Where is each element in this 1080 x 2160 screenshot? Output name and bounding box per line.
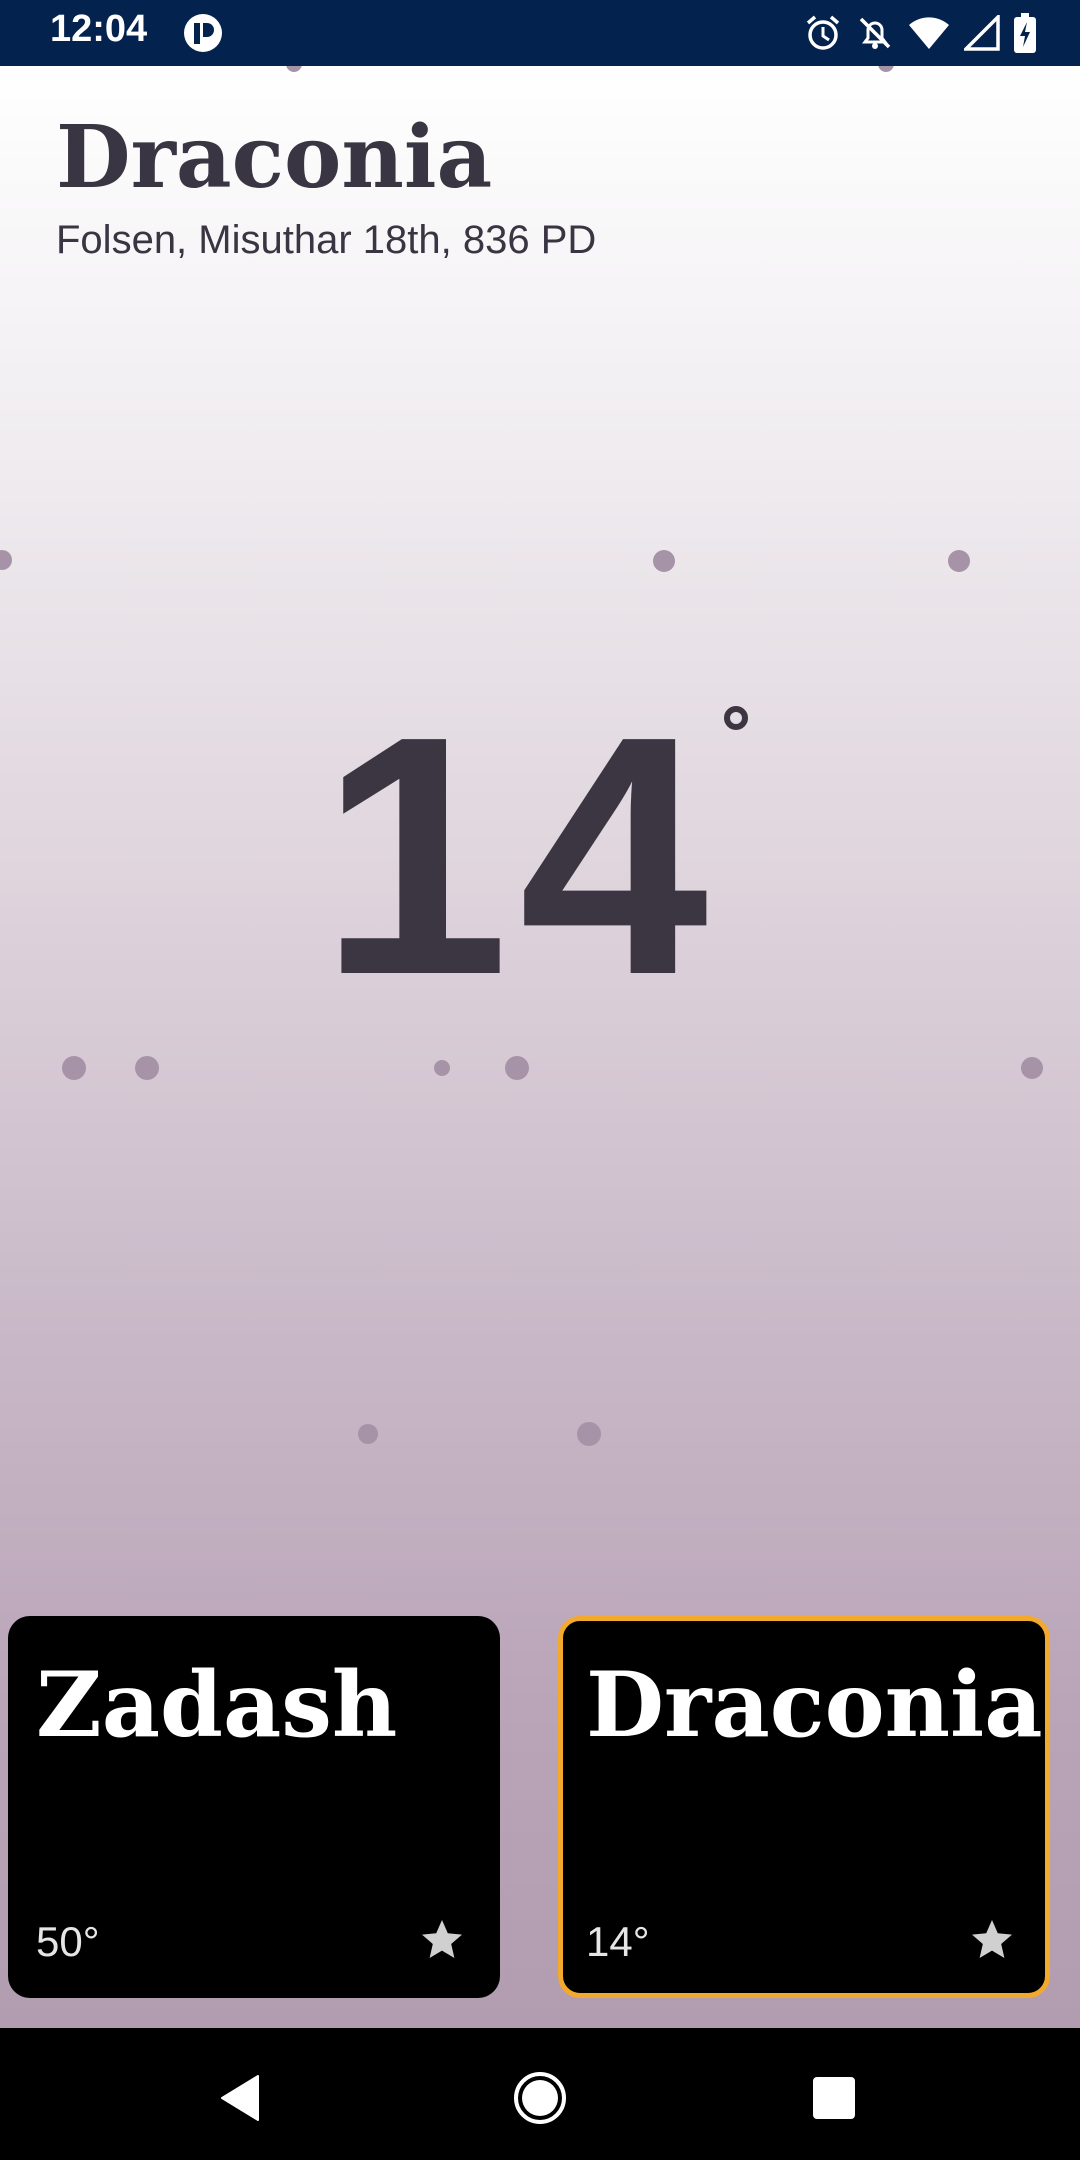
card-city-name: Zadash — [36, 1652, 398, 1758]
recents-icon[interactable] — [804, 2068, 864, 2128]
particle-dot — [1021, 1057, 1043, 1079]
status-bar: 12:04 — [0, 0, 1080, 66]
particle-dot — [948, 550, 970, 572]
city-card-zadash[interactable]: Zadash 50° — [8, 1616, 500, 1998]
current-temperature: 14 — [320, 666, 719, 1046]
city-title: Draconia — [56, 107, 493, 208]
back-icon[interactable] — [214, 2068, 274, 2128]
battery-charging-icon — [1014, 13, 1036, 53]
card-temperature: 14° — [586, 1918, 650, 1965]
city-card-draconia[interactable]: Draconia 14° — [558, 1616, 1050, 1998]
notifications-off-icon — [856, 14, 894, 52]
particle-dot — [878, 66, 894, 72]
home-icon[interactable] — [510, 2068, 570, 2128]
degree-symbol-icon — [724, 706, 748, 730]
card-temperature: 50° — [36, 1918, 100, 1965]
particle-dot — [135, 1056, 159, 1080]
particle-dot — [505, 1056, 529, 1080]
particle-dot — [577, 1422, 601, 1446]
particle-dot — [62, 1056, 86, 1080]
wifi-icon — [908, 15, 950, 51]
particle-dot — [0, 550, 12, 570]
navigation-bar — [0, 2028, 1080, 2160]
star-icon[interactable] — [968, 1916, 1016, 1964]
particle-dot — [434, 1060, 450, 1076]
status-time: 12:04 — [50, 8, 148, 50]
particle-dot — [286, 66, 302, 72]
particle-dot — [358, 1424, 378, 1444]
weather-screen: Draconia Folsen, Misuthar 18th, 836 PD 1… — [0, 66, 1080, 2028]
card-city-name: Draconia — [586, 1652, 1043, 1758]
star-icon[interactable] — [418, 1916, 466, 1964]
particle-dot — [653, 550, 675, 572]
signal-icon — [964, 15, 1000, 51]
app-notification-icon — [183, 13, 223, 53]
date-subtitle: Folsen, Misuthar 18th, 836 PD — [56, 218, 597, 262]
alarm-icon — [804, 14, 842, 52]
